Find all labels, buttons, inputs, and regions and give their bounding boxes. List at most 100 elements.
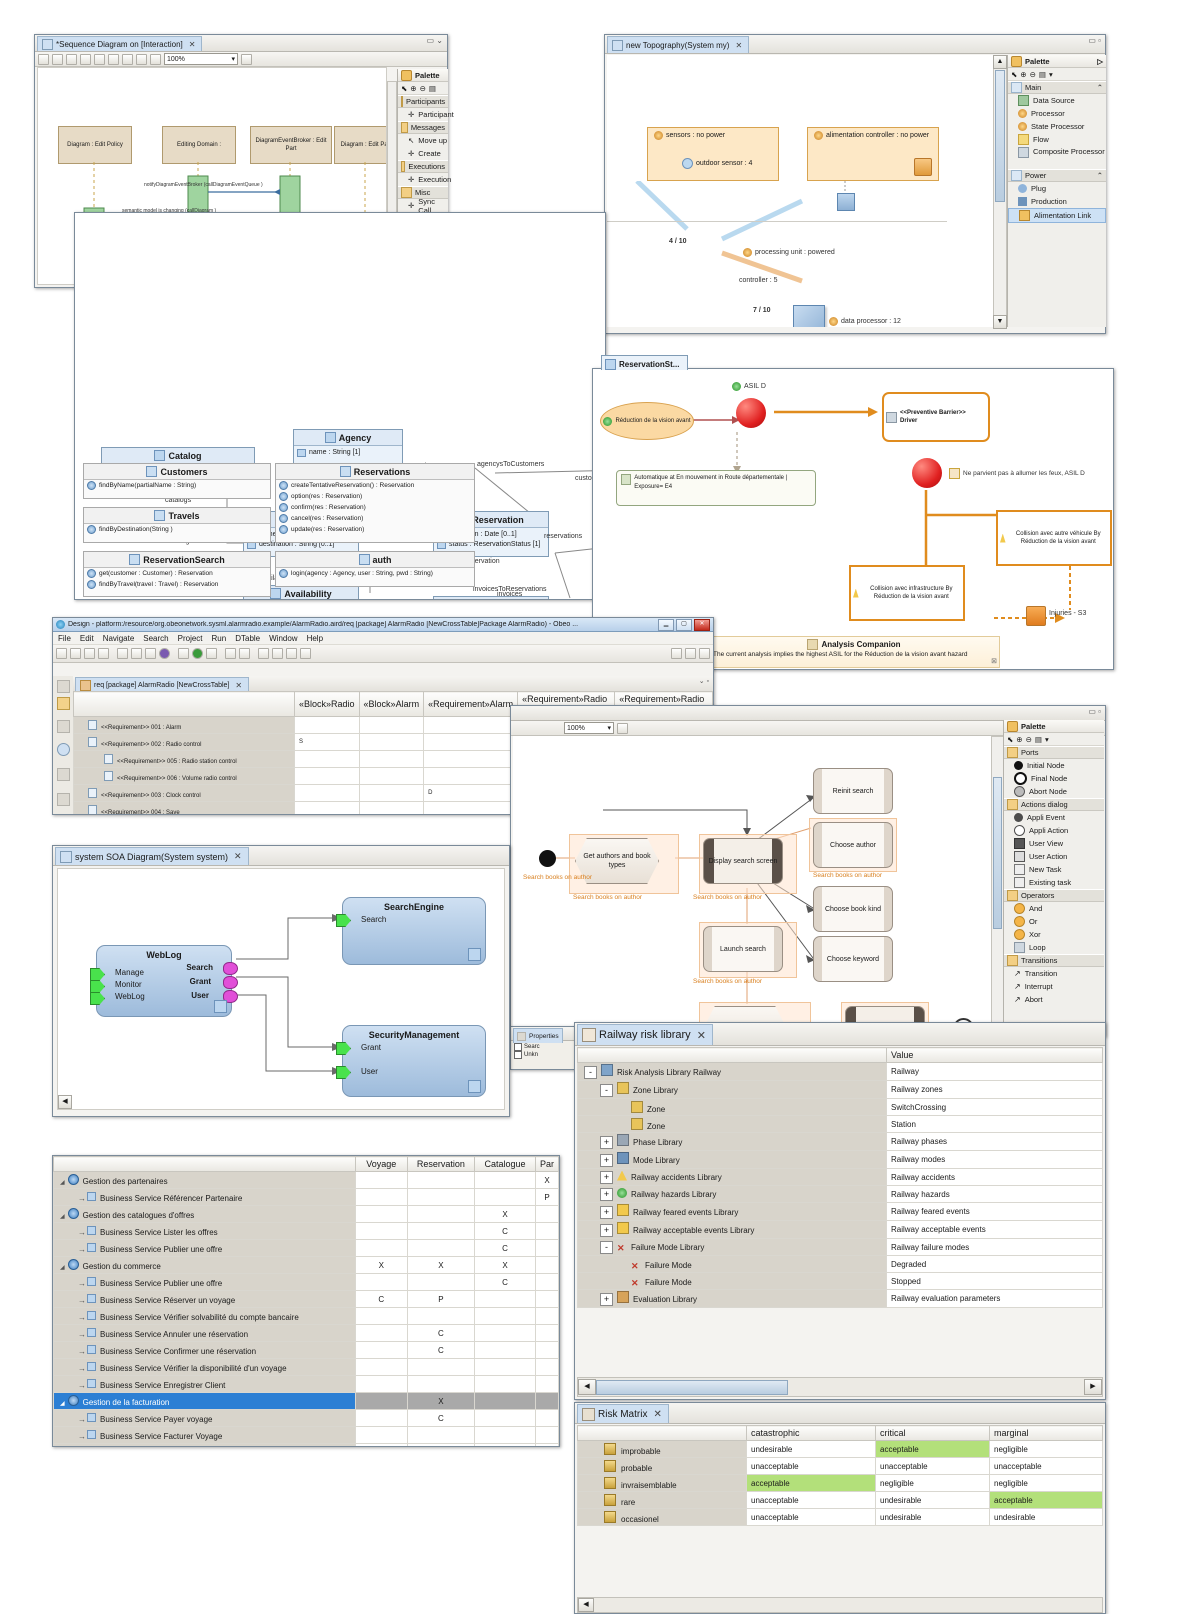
properties-panel[interactable]: Properties Searc Unkn [510,1026,576,1070]
tasks-icon[interactable] [56,793,70,806]
business-cell[interactable] [474,1188,536,1206]
pointer-icon[interactable]: ⬉ [1007,735,1013,744]
zoom-out-icon[interactable]: ⊖ [1030,70,1036,79]
table-row[interactable]: + Mode Library Railway modes [577,1150,1103,1169]
requirement-cell[interactable] [423,750,519,768]
business-cell[interactable] [534,1375,559,1393]
close-button[interactable]: ✕ [694,618,710,631]
business-cell[interactable] [354,1324,408,1342]
tree-expander[interactable]: + [600,1206,613,1219]
requirement-cell[interactable] [358,750,425,768]
alarmradio-fast-view-bar[interactable] [53,676,74,814]
business-cell[interactable]: X [474,1205,536,1223]
requirement-cell[interactable] [294,750,360,768]
business-cell[interactable] [406,1239,476,1257]
close-icon[interactable]: ✕ [697,1029,706,1042]
close-icon[interactable]: ✕ [653,1409,661,1420]
soa-component-searchengine[interactable]: SearchEngine Search [336,897,486,965]
business-cell[interactable]: C [354,1290,408,1308]
palette-item-state-processor[interactable]: State Processor [1008,120,1106,133]
class-agency[interactable]: Agency name : String [1] [293,429,403,465]
palette-item-alimentation-link[interactable]: Alimentation Link [1008,208,1106,223]
topography-node-block[interactable] [793,305,825,327]
table-row[interactable]: improbable undesirable acceptable negligibl… [577,1440,1103,1458]
table-row[interactable]: rare unacceptable undesirable acceptable [577,1491,1103,1509]
activity-node-choose-book-kind[interactable]: Choose book kind [813,886,893,932]
alarmradio-toolbar[interactable] [53,645,713,663]
tree-expander[interactable]: ◢ [60,1401,65,1407]
pin-tool-icon[interactable] [66,53,77,65]
palette-item-production[interactable]: Production [1008,195,1106,208]
palette-item-move-up[interactable]: ↖ Move up [398,134,448,147]
requirement-cell[interactable] [358,716,425,734]
risk-matrix-cell[interactable]: acceptable [875,1440,990,1458]
debug-icon[interactable] [178,648,189,659]
business-cell[interactable] [406,1426,476,1444]
table-row[interactable]: ◢ Gestion de la facturation X [53,1392,559,1410]
table-row[interactable]: ✕ Failure Mode Degraded [577,1255,1103,1273]
business-cell[interactable] [534,1307,559,1325]
soa-diagram-window[interactable]: system SOA Diagram(System system) ✕ WebL… [52,845,510,1117]
requirement-cell[interactable] [294,801,360,814]
business-cell[interactable] [354,1222,408,1240]
menu-help[interactable]: Help [307,634,323,643]
business-cell[interactable]: C [406,1409,476,1427]
palette-view-icon[interactable] [56,697,70,710]
initial-node[interactable] [539,850,556,867]
table-row[interactable]: - ✕ Failure Mode Library Railway failure mo… [577,1238,1103,1256]
business-cell[interactable]: C [474,1222,536,1240]
risk-matrix-cell[interactable]: acceptable [746,1474,876,1492]
business-cell[interactable] [354,1307,408,1325]
business-cell[interactable] [354,1273,408,1291]
chevron-down-icon[interactable]: ▾ [1045,735,1049,744]
back-icon[interactable] [286,648,297,659]
activity-node-reinit-search[interactable]: Reinit search [813,768,893,814]
menu-navigate[interactable]: Navigate [103,634,135,643]
requirement-cell[interactable] [294,767,360,785]
business-cell[interactable] [474,1443,536,1446]
business-cell[interactable] [534,1358,559,1376]
requirement-cell[interactable] [358,801,425,814]
risk-matrix-cell[interactable]: undesirable [875,1508,990,1526]
scroll-right-button[interactable]: ▶ [1084,1379,1102,1395]
menu-edit[interactable]: Edit [80,634,94,643]
risk-matrix-cell[interactable]: negligible [875,1474,990,1492]
previous-icon[interactable] [258,648,269,659]
risk-matrix-window[interactable]: Risk Matrix ✕ catastrophic critical marg… [574,1402,1106,1614]
palette-group-actions-dialog[interactable]: Actions dialog [1004,798,1104,811]
soa-component-weblog[interactable]: WebLog Manage Monitor WebLog Search Gran… [90,945,238,1017]
save-all-icon[interactable] [84,648,95,659]
palette-item-participant[interactable]: ✛ Participant [398,108,454,121]
palette-item-final-node[interactable]: Final Node [1004,772,1104,785]
activity-node-choose-keyword[interactable]: Choose keyword [813,936,893,982]
arrange-tool-icon[interactable] [122,53,133,65]
injury-node-icon[interactable] [1026,606,1046,626]
service-reservations[interactable]: Reservations createTentativeReservation(… [275,463,475,543]
soa-port-search-in[interactable] [336,914,351,927]
risk-matrix-cell[interactable]: undesirable [746,1440,876,1458]
palette-item-user-view[interactable]: User View [1004,837,1104,850]
risk-matrix-cell[interactable]: acceptable [989,1491,1103,1509]
class-diagram-canvas[interactable]: Catalog Agency name : String [1] Custome… [75,213,605,599]
print-icon[interactable] [98,648,109,659]
risk-matrix-cell[interactable]: negligible [989,1474,1103,1492]
palette-group-ports[interactable]: Ports [1004,746,1104,759]
business-cell[interactable] [406,1443,476,1446]
palette-item-flow[interactable]: Flow [1008,133,1106,146]
tree-expander[interactable]: ◢ [60,1180,65,1186]
palette-item-abort[interactable]: ↗ Abort [1004,993,1104,1006]
tree-expander[interactable]: + [600,1187,613,1201]
business-cell[interactable] [474,1358,536,1376]
view-menu-icon[interactable]: ▭ ⌄ [427,36,443,45]
table-row[interactable]: Zone SwitchCrossing [577,1098,1103,1116]
close-icon[interactable]: ✕ [189,40,196,49]
save-icon[interactable] [70,648,81,659]
business-cell[interactable] [354,1375,408,1393]
business-cell[interactable] [534,1341,559,1359]
pointer-icon[interactable]: ⬉ [1011,70,1017,79]
editor-menu-icon[interactable]: ⌄ ▫ [699,677,709,685]
table-row[interactable]: ✕ Failure Mode Stopped [577,1272,1103,1290]
palette-item-plug[interactable]: Plug [1008,182,1106,195]
zoom-in-icon[interactable]: ⊕ [1016,735,1022,744]
menu-project[interactable]: Project [178,634,203,643]
